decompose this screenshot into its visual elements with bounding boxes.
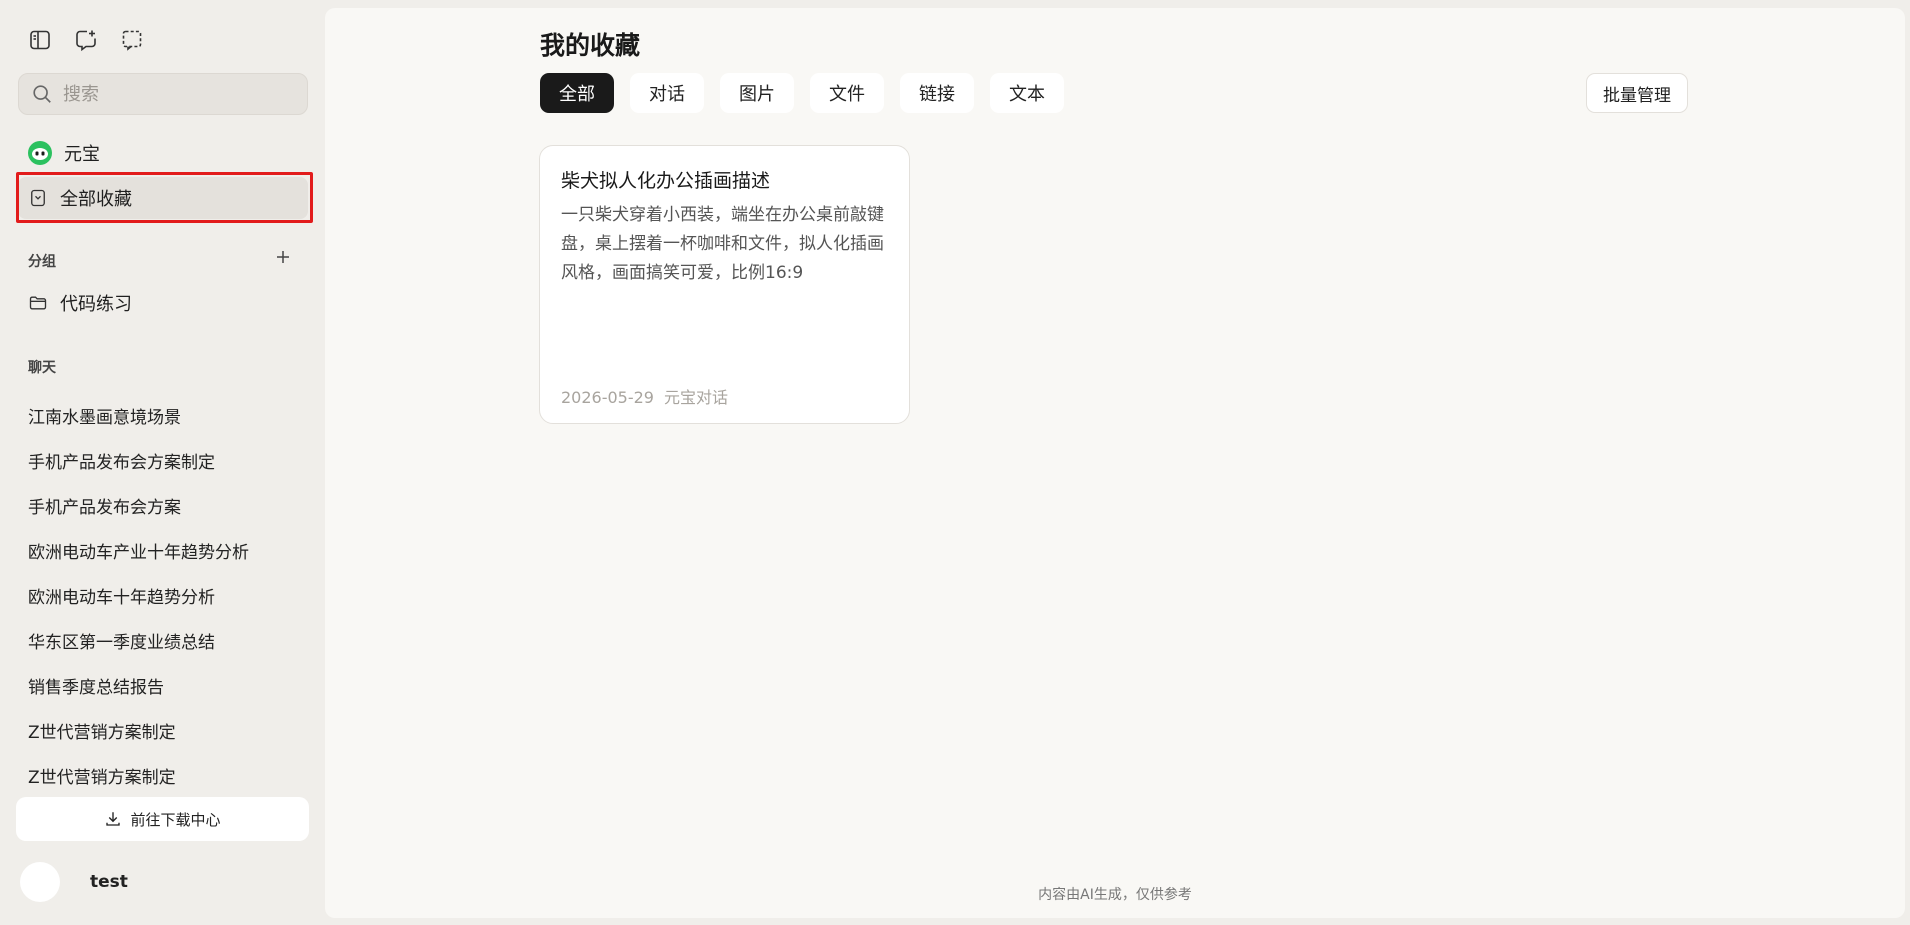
toggle-sidebar-icon[interactable] bbox=[26, 26, 54, 54]
card-meta: 2026-05-29 元宝对话 bbox=[561, 384, 728, 408]
search-input[interactable] bbox=[63, 83, 283, 105]
nav-all-favorites[interactable]: 全部收藏 bbox=[18, 177, 308, 219]
download-center-button[interactable]: 前往下载中心 bbox=[16, 797, 309, 841]
chat-item[interactable]: 欧洲电动车十年趋势分析 bbox=[28, 573, 308, 618]
tab-all[interactable]: 全部 bbox=[540, 73, 614, 113]
chat-item[interactable]: 华东区第一季度业绩总结 bbox=[28, 618, 308, 663]
chat-item[interactable]: 手机产品发布会方案制定 bbox=[28, 438, 308, 483]
groups-section-label: 分组 bbox=[28, 254, 56, 270]
favorite-card[interactable]: 柴犬拟人化办公插画描述 一只柴犬穿着小西装，端坐在办公桌前敲键盘，桌上摆着一杯咖… bbox=[539, 145, 910, 424]
chat-item[interactable]: 手机产品发布会方案 bbox=[28, 483, 308, 528]
card-body: 一只柴犬穿着小西装，端坐在办公桌前敲键盘，桌上摆着一杯咖啡和文件，拟人化插画风格… bbox=[561, 205, 884, 283]
group-item-code-practice[interactable]: 代码练习 bbox=[18, 282, 308, 324]
chat-item[interactable]: 欧洲电动车产业十年趋势分析 bbox=[28, 528, 308, 573]
tab-text[interactable]: 文本 bbox=[990, 73, 1064, 113]
group-item-label: 代码练习 bbox=[60, 294, 132, 315]
card-source: 元宝对话 bbox=[663, 388, 728, 407]
chat-list: 江南水墨画意境场景 手机产品发布会方案制定 手机产品发布会方案 欧洲电动车产业十… bbox=[28, 393, 308, 798]
plus-icon bbox=[277, 251, 289, 263]
screenshot-select-icon[interactable] bbox=[118, 26, 146, 54]
sidebar-toolbar bbox=[26, 26, 146, 54]
yuanbao-logo-icon bbox=[28, 141, 52, 165]
bookmark-icon bbox=[31, 189, 45, 207]
search-icon bbox=[33, 85, 51, 103]
chat-item[interactable]: 销售季度总结报告 bbox=[28, 663, 308, 708]
tab-images[interactable]: 图片 bbox=[720, 73, 794, 113]
search-box[interactable] bbox=[18, 73, 308, 115]
user-name: test bbox=[90, 872, 128, 892]
filter-tabs: 全部 对话 图片 文件 链接 文本 bbox=[540, 73, 1064, 113]
chat-item[interactable]: Z世代营销方案制定 bbox=[28, 708, 308, 753]
batch-manage-button[interactable]: 批量管理 bbox=[1586, 73, 1688, 113]
card-date: 2026-05-29 bbox=[561, 388, 654, 407]
download-center-label: 前往下载中心 bbox=[130, 810, 221, 829]
page-title: 我的收藏 bbox=[540, 31, 641, 60]
nav-all-favorites-label: 全部收藏 bbox=[60, 189, 132, 210]
nav-yuanbao[interactable]: 元宝 bbox=[18, 132, 308, 174]
tab-links[interactable]: 链接 bbox=[900, 73, 974, 113]
user-profile[interactable]: test bbox=[20, 862, 128, 902]
tab-files[interactable]: 文件 bbox=[810, 73, 884, 113]
chat-section-label: 聊天 bbox=[28, 360, 56, 376]
folder-icon bbox=[29, 296, 47, 310]
avatar[interactable] bbox=[20, 862, 60, 902]
new-chat-icon[interactable] bbox=[72, 26, 100, 54]
main-panel: 我的收藏 全部 对话 图片 文件 链接 文本 批量管理 柴犬拟人化办公插画描述 … bbox=[325, 8, 1905, 918]
sidebar: 元宝 全部收藏 分组 代码练习 聊天 江南水墨画意境场景 手机产品发布会方案制定… bbox=[0, 0, 325, 925]
chat-item[interactable]: 江南水墨画意境场景 bbox=[28, 393, 308, 438]
nav-yuanbao-label: 元宝 bbox=[64, 144, 100, 165]
download-icon bbox=[106, 812, 121, 826]
add-group-button[interactable] bbox=[273, 247, 293, 267]
card-title: 柴犬拟人化办公插画描述 bbox=[561, 170, 771, 192]
chat-item[interactable]: Z世代营销方案制定 bbox=[28, 753, 308, 798]
tab-conversations[interactable]: 对话 bbox=[630, 73, 704, 113]
ai-disclaimer: 内容由AI生成，仅供参考 bbox=[1038, 887, 1192, 903]
